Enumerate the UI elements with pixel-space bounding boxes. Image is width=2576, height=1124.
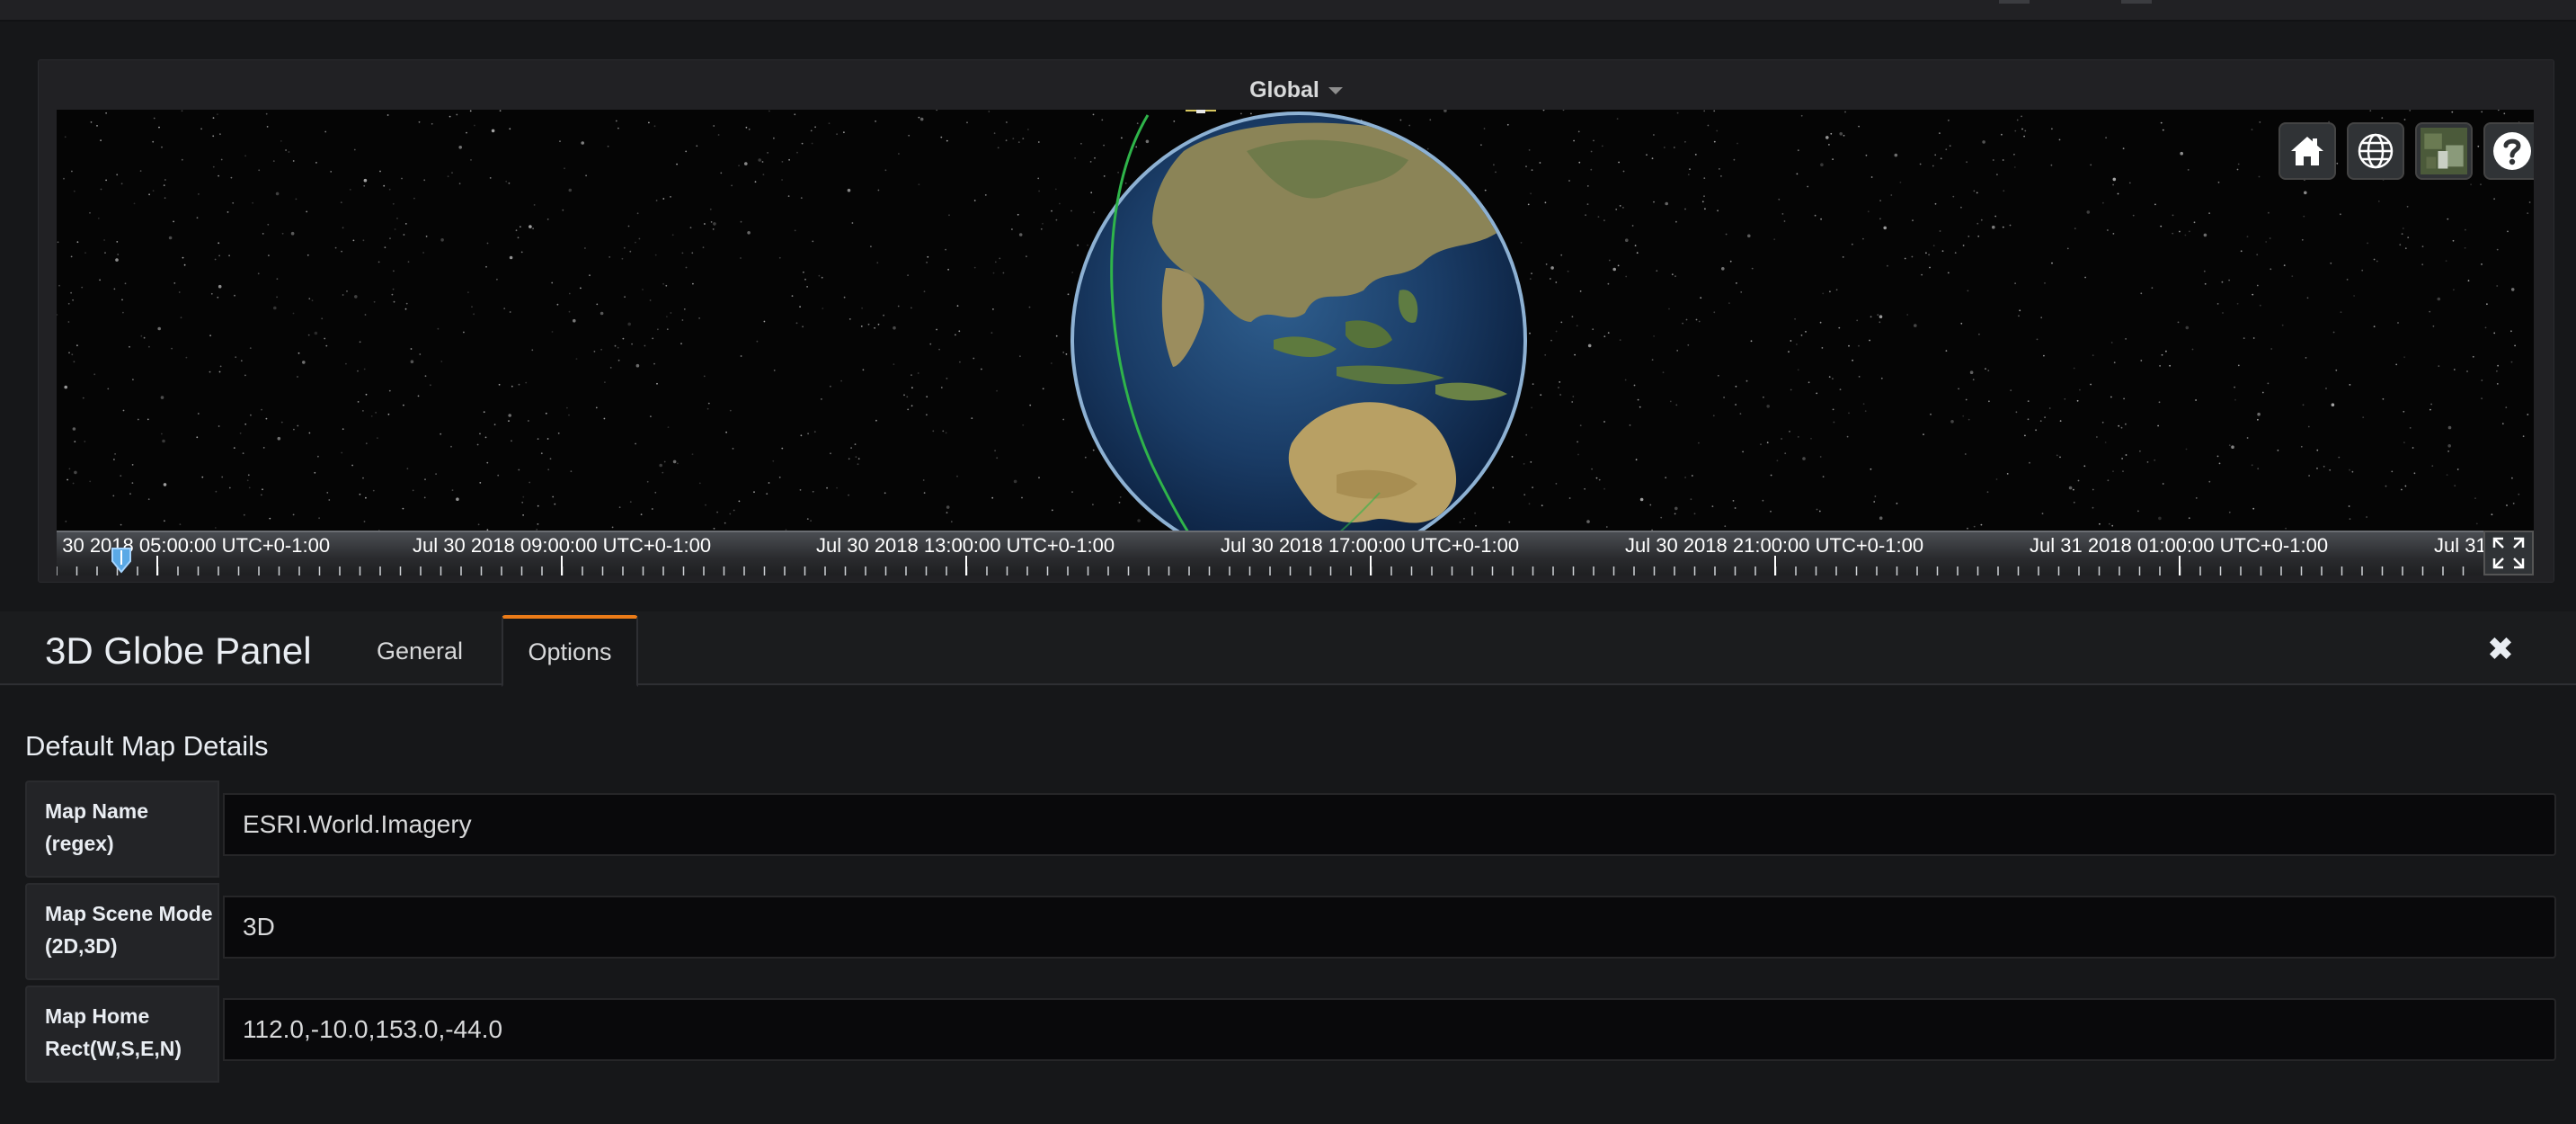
fullscreen-button[interactable] [2483, 531, 2534, 575]
globe-panel: Global Jul 30 2018 05:00:00 UTC+0-1:00 J… [38, 59, 2554, 583]
tab-general[interactable]: General [360, 615, 480, 687]
timeline[interactable]: Jul 30 2018 05:00:00 UTC+0-1:00 Jul 30 20… [57, 531, 2534, 575]
tab-options[interactable]: Options [502, 615, 638, 687]
navbar-button[interactable] [2121, 0, 2152, 4]
top-navbar [0, 0, 2576, 22]
form-row-scene-mode: Map Scene Mode (2D,3D) 3D [25, 883, 2556, 980]
help-button[interactable] [2483, 122, 2534, 180]
section-title: Default Map Details [25, 730, 269, 762]
panel-title[interactable]: Global [39, 66, 2554, 114]
field-label: Map Scene Mode (2D,3D) [25, 883, 219, 980]
imagery-layer-icon [2421, 128, 2467, 174]
globe-icon [2358, 133, 2394, 169]
editor-title: 3D Globe Panel [45, 629, 312, 672]
help-icon [2493, 132, 2531, 170]
fullscreen-icon [2492, 537, 2525, 569]
timeline-label: Jul 30 2018 17:00:00 UTC+0-1:00 [1221, 534, 1520, 557]
timeline-needle-icon[interactable] [109, 547, 134, 574]
base-layer-picker-button[interactable] [2415, 122, 2473, 180]
timeline-label: Jul 30 2018 21:00:00 UTC+0-1:00 [1625, 534, 1924, 557]
field-label: Map Home Rect(W,S,E,N) [25, 986, 219, 1083]
map-name-input[interactable]: ESRI.World.Imagery [223, 793, 2556, 856]
navbar-button[interactable] [1999, 0, 2030, 4]
scene-mode-input[interactable]: 3D [223, 896, 2556, 959]
timeline-label: Jul 30 2018 13:00:00 UTC+0-1:00 [816, 534, 1115, 557]
home-rect-input[interactable]: 112.0,-10.0,153.0,-44.0 [223, 998, 2556, 1061]
chevron-down-icon[interactable] [1328, 87, 1343, 95]
close-icon[interactable]: ✖ [2481, 629, 2520, 669]
cesium-viewer[interactable]: Jul 30 2018 05:00:00 UTC+0-1:00 Jul 30 20… [57, 110, 2534, 575]
panel-title-text[interactable]: Global [1249, 77, 1319, 103]
field-label: Map Name (regex) [25, 781, 219, 878]
timeline-label: Jul 31 2018 01:00:00 UTC+0-1:00 [2030, 534, 2329, 557]
scene-mode-button[interactable] [2347, 122, 2404, 180]
timeline-label: Jul 30 2018 09:00:00 UTC+0-1:00 [413, 534, 712, 557]
timeline-label: Jul 31 [2434, 534, 2487, 557]
form-row-map-name: Map Name (regex) ESRI.World.Imagery [25, 781, 2556, 878]
panel-editor-header: 3D Globe Panel General Options ✖ [0, 611, 2576, 687]
timeline-label: Jul 30 2018 05:00:00 UTC+0-1:00 [57, 534, 331, 557]
home-icon [2291, 137, 2323, 165]
home-button[interactable] [2278, 122, 2336, 180]
form-row-home-rect: Map Home Rect(W,S,E,N) 112.0,-10.0,153.0… [25, 986, 2556, 1083]
earth-globe[interactable] [1067, 110, 1527, 568]
